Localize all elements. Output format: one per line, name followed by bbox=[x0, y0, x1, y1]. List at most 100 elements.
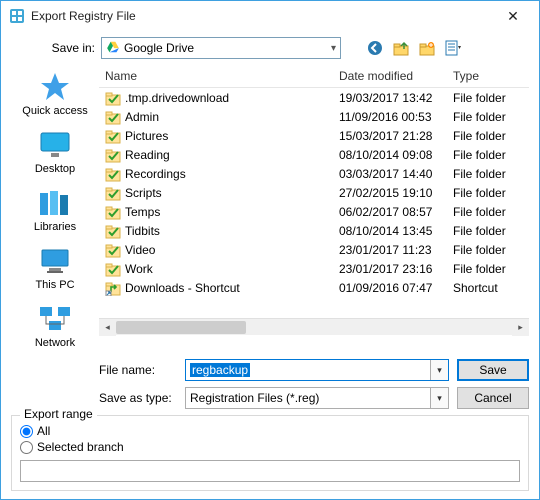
libraries-icon bbox=[37, 187, 73, 219]
export-range-group: Export range All Selected branch bbox=[11, 415, 529, 491]
places-network[interactable]: Network bbox=[35, 303, 75, 349]
radio-label: Selected branch bbox=[37, 440, 124, 454]
back-button[interactable] bbox=[365, 38, 385, 58]
save-button[interactable]: Save bbox=[457, 359, 529, 381]
new-folder-button[interactable] bbox=[417, 38, 437, 58]
export-range-all[interactable]: All bbox=[20, 424, 520, 438]
places-this-pc[interactable]: This PC bbox=[35, 245, 74, 291]
file-row[interactable]: Admin11/09/2016 00:53File folder bbox=[99, 107, 529, 126]
places-label: This PC bbox=[35, 279, 74, 291]
places-label: Network bbox=[35, 337, 75, 349]
shortcut-icon bbox=[105, 280, 121, 296]
chevron-down-icon[interactable]: ▾ bbox=[430, 360, 448, 380]
file-name: Reading bbox=[125, 148, 170, 162]
file-type: File folder bbox=[447, 109, 529, 125]
save-as-type-value: Registration Files (*.reg) bbox=[186, 391, 430, 405]
file-list-header[interactable]: Name Date modified Type bbox=[99, 65, 529, 88]
scroll-thumb[interactable] bbox=[116, 321, 246, 334]
file-name-field[interactable]: regbackup ▾ bbox=[185, 359, 449, 381]
places-quick-access[interactable]: Quick access bbox=[22, 71, 87, 117]
folder-check-icon bbox=[105, 147, 121, 163]
this-pc-icon bbox=[37, 245, 73, 277]
column-name[interactable]: Name bbox=[99, 65, 333, 87]
places-desktop[interactable]: Desktop bbox=[35, 129, 75, 175]
places-libraries[interactable]: Libraries bbox=[34, 187, 76, 233]
scroll-right-icon[interactable]: ▸ bbox=[512, 319, 529, 336]
up-one-level-button[interactable] bbox=[391, 38, 411, 58]
file-name: Video bbox=[125, 243, 155, 257]
file-row[interactable]: Tidbits 08/10/2014 13:45File folder bbox=[99, 221, 529, 240]
radio-all[interactable] bbox=[20, 425, 33, 438]
file-name: Pictures bbox=[125, 129, 168, 143]
file-row[interactable]: .tmp.drivedownload19/03/2017 13:42File f… bbox=[99, 88, 529, 107]
file-list[interactable]: Name Date modified Type .tmp.drivedownlo… bbox=[99, 65, 529, 351]
file-name: Downloads - Shortcut bbox=[125, 281, 240, 295]
desktop-icon bbox=[37, 129, 73, 161]
registry-icon bbox=[9, 8, 25, 24]
titlebar: Export Registry File ✕ bbox=[1, 1, 539, 31]
file-date: 19/03/2017 13:42 bbox=[333, 90, 447, 106]
folder-check-icon bbox=[105, 261, 121, 277]
file-name: .tmp.drivedownload bbox=[125, 91, 229, 105]
file-type: File folder bbox=[447, 204, 529, 220]
network-icon bbox=[37, 303, 73, 335]
file-row[interactable]: Pictures 15/03/2017 21:28File folder bbox=[99, 126, 529, 145]
file-date: 27/02/2015 19:10 bbox=[333, 185, 447, 201]
file-row[interactable]: Temps 06/02/2017 08:57File folder bbox=[99, 202, 529, 221]
export-range-selected-branch[interactable]: Selected branch bbox=[20, 440, 520, 454]
google-drive-icon bbox=[106, 40, 120, 57]
scroll-left-icon[interactable]: ◂ bbox=[99, 319, 116, 336]
file-row[interactable]: Reading 08/10/2014 09:08File folder bbox=[99, 145, 529, 164]
save-in-label: Save in: bbox=[39, 41, 95, 55]
file-row[interactable]: Recordings03/03/2017 14:40File folder bbox=[99, 164, 529, 183]
column-date[interactable]: Date modified bbox=[333, 65, 447, 87]
save-in-dropdown[interactable]: Google Drive ▾ bbox=[101, 37, 341, 59]
file-type: File folder bbox=[447, 185, 529, 201]
save-as-type-dropdown[interactable]: Registration Files (*.reg) ▾ bbox=[185, 387, 449, 409]
close-button[interactable]: ✕ bbox=[491, 2, 535, 30]
export-registry-dialog: Export Registry File ✕ Save in: Google D… bbox=[0, 0, 540, 500]
places-label: Desktop bbox=[35, 163, 75, 175]
file-date: 11/09/2016 00:53 bbox=[333, 109, 447, 125]
file-row[interactable]: Scripts 27/02/2015 19:10File folder bbox=[99, 183, 529, 202]
file-name: Temps bbox=[125, 205, 160, 219]
selected-branch-input[interactable] bbox=[20, 460, 520, 482]
folder-check-icon bbox=[105, 109, 121, 125]
file-name: Tidbits bbox=[125, 224, 160, 238]
file-row[interactable]: Video23/01/2017 11:23File folder bbox=[99, 240, 529, 259]
file-name: Scripts bbox=[125, 186, 162, 200]
file-type: File folder bbox=[447, 242, 529, 258]
radio-label: All bbox=[37, 424, 50, 438]
column-type[interactable]: Type bbox=[447, 65, 529, 87]
save-in-value: Google Drive bbox=[124, 41, 194, 55]
file-date: 15/03/2017 21:28 bbox=[333, 128, 447, 144]
folder-check-icon bbox=[105, 128, 121, 144]
quick-access-icon bbox=[37, 71, 73, 103]
file-date: 08/10/2014 09:08 bbox=[333, 147, 447, 163]
horizontal-scrollbar[interactable]: ◂ ▸ bbox=[99, 318, 529, 335]
file-type: File folder bbox=[447, 128, 529, 144]
folder-check-icon bbox=[105, 90, 121, 106]
folder-check-icon bbox=[105, 166, 121, 182]
file-type: File folder bbox=[447, 261, 529, 277]
file-row[interactable]: Downloads - Shortcut 01/09/2016 07:47Shor… bbox=[99, 278, 529, 297]
file-type: File folder bbox=[447, 147, 529, 163]
folder-check-icon bbox=[105, 223, 121, 239]
file-row[interactable]: Work23/01/2017 23:16File folder bbox=[99, 259, 529, 278]
folder-check-icon bbox=[105, 242, 121, 258]
folder-check-icon bbox=[105, 204, 121, 220]
file-date: 23/01/2017 23:16 bbox=[333, 261, 447, 277]
file-type: File folder bbox=[447, 223, 529, 239]
file-date: 06/02/2017 08:57 bbox=[333, 204, 447, 220]
folder-check-icon bbox=[105, 185, 121, 201]
file-date: 01/09/2016 07:47 bbox=[333, 280, 447, 296]
file-name: Recordings bbox=[125, 167, 186, 181]
cancel-button[interactable]: Cancel bbox=[457, 387, 529, 409]
file-type: File folder bbox=[447, 166, 529, 182]
file-type: Shortcut bbox=[447, 280, 529, 296]
places-bar: Quick access Desktop Libraries This PC N… bbox=[11, 65, 99, 409]
file-date: 08/10/2014 13:45 bbox=[333, 223, 447, 239]
radio-selected-branch[interactable] bbox=[20, 441, 33, 454]
view-menu-button[interactable] bbox=[443, 38, 463, 58]
chevron-down-icon[interactable]: ▾ bbox=[430, 388, 448, 408]
